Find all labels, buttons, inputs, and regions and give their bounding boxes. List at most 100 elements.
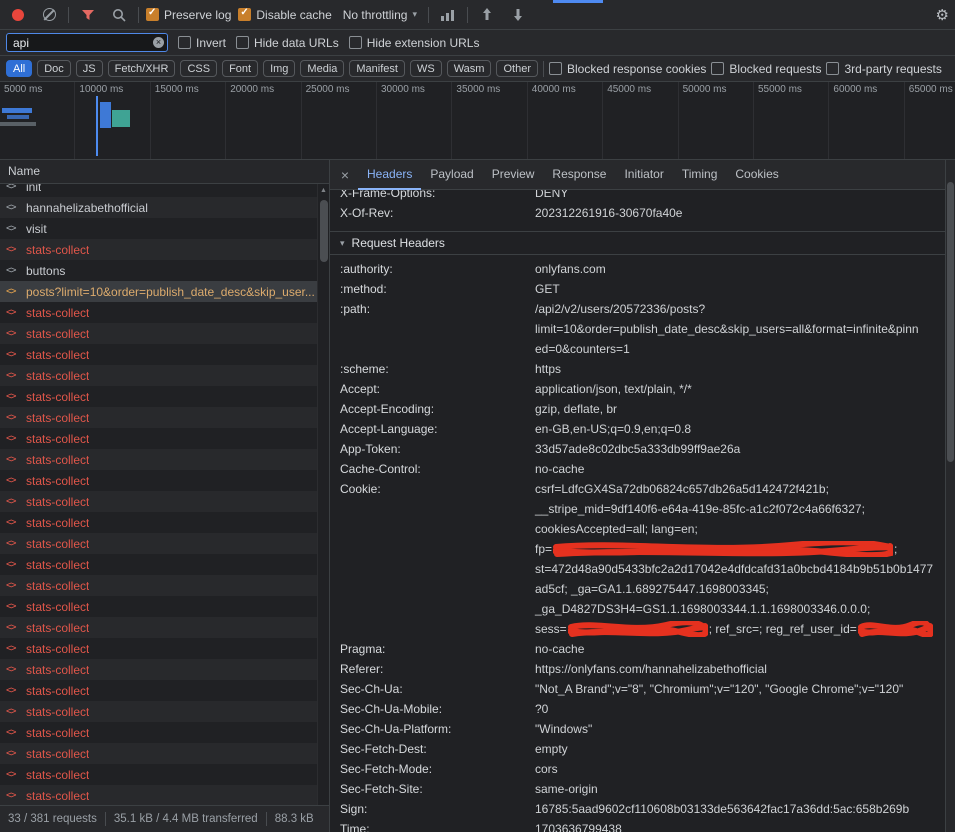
header-value-text: same-origin bbox=[535, 779, 598, 799]
blocked-requests-checkbox[interactable] bbox=[711, 62, 724, 75]
request-row[interactable]: <>stats-collect bbox=[0, 764, 317, 785]
tab-response[interactable]: Response bbox=[543, 160, 615, 190]
type-filter-all[interactable]: All bbox=[6, 60, 32, 77]
request-row[interactable]: <>stats-collect bbox=[0, 344, 317, 365]
hide-data-urls-toggle[interactable]: Hide data URLs bbox=[236, 36, 339, 50]
blocked-requests-toggle[interactable]: Blocked requests bbox=[711, 62, 821, 76]
request-list-scrollbar[interactable]: ▲ bbox=[317, 184, 329, 805]
third-party-requests-label: 3rd-party requests bbox=[844, 62, 941, 76]
header-value-text: onlyfans.com bbox=[535, 259, 606, 279]
disable-cache-checkbox[interactable] bbox=[238, 8, 251, 21]
scrollbar-up-icon[interactable]: ▲ bbox=[318, 184, 329, 194]
name-column-header[interactable]: Name bbox=[0, 160, 329, 184]
type-filter-font[interactable]: Font bbox=[222, 60, 258, 77]
overview-timeline[interactable]: 5000 ms10000 ms15000 ms20000 ms25000 ms3… bbox=[0, 82, 955, 160]
scrollbar-thumb[interactable] bbox=[320, 200, 328, 262]
request-row[interactable]: <>stats-collect bbox=[0, 512, 317, 533]
request-row[interactable]: <>stats-collect bbox=[0, 533, 317, 554]
preserve-log-checkbox[interactable] bbox=[146, 8, 159, 21]
request-row[interactable]: <>hannahelizabethofficial bbox=[0, 197, 317, 218]
request-row[interactable]: <>stats-collect bbox=[0, 722, 317, 743]
request-row[interactable]: <>visit bbox=[0, 218, 317, 239]
search-button[interactable] bbox=[107, 3, 131, 27]
third-party-requests-checkbox[interactable] bbox=[826, 62, 839, 75]
request-row[interactable]: <>stats-collect bbox=[0, 743, 317, 764]
type-filter-wasm[interactable]: Wasm bbox=[447, 60, 492, 77]
tab-payload[interactable]: Payload bbox=[421, 160, 482, 190]
type-filter-other[interactable]: Other bbox=[496, 60, 538, 77]
request-row[interactable]: <>stats-collect bbox=[0, 701, 317, 722]
preserve-log-toggle[interactable]: Preserve log bbox=[146, 8, 231, 22]
header-value-text: __stripe_mid=9df140f6-e64a-419e-85fc-a1c… bbox=[535, 499, 865, 519]
detail-scrollbar[interactable] bbox=[945, 160, 955, 832]
type-filter-img[interactable]: Img bbox=[263, 60, 295, 77]
response-headers-partial: X-Frame-Options:DENYX-Of-Rev:20231226191… bbox=[340, 190, 945, 223]
request-row[interactable]: <>stats-collect bbox=[0, 680, 317, 701]
tab-cookies[interactable]: Cookies bbox=[726, 160, 787, 190]
close-icon[interactable]: × bbox=[334, 167, 356, 183]
type-filter-manifest[interactable]: Manifest bbox=[349, 60, 405, 77]
request-row[interactable]: <>stats-collect bbox=[0, 491, 317, 512]
tab-initiator[interactable]: Initiator bbox=[615, 160, 672, 190]
throttling-dropdown[interactable]: No throttling ▾ bbox=[339, 6, 421, 24]
request-row[interactable]: <>stats-collect bbox=[0, 638, 317, 659]
request-row[interactable]: <>stats-collect bbox=[0, 596, 317, 617]
blocked-response-cookies-checkbox[interactable] bbox=[549, 62, 562, 75]
type-filter-js[interactable]: JS bbox=[76, 60, 103, 77]
settings-gear-icon[interactable]: ⚙ bbox=[936, 6, 949, 24]
invert-checkbox[interactable] bbox=[178, 36, 191, 49]
hide-extension-urls-toggle[interactable]: Hide extension URLs bbox=[349, 36, 480, 50]
request-row[interactable]: <>stats-collect bbox=[0, 365, 317, 386]
request-row[interactable]: <>stats-collect bbox=[0, 617, 317, 638]
request-row[interactable]: <>stats-collect bbox=[0, 386, 317, 407]
disable-cache-toggle[interactable]: Disable cache bbox=[238, 8, 331, 22]
error-file-icon: <> bbox=[6, 601, 20, 612]
request-row[interactable]: <>stats-collect bbox=[0, 407, 317, 428]
header-value: onlyfans.com bbox=[535, 259, 945, 279]
tab-headers[interactable]: Headers bbox=[358, 160, 421, 190]
request-row[interactable]: <>stats-collect bbox=[0, 449, 317, 470]
type-filter-css[interactable]: CSS bbox=[180, 60, 217, 77]
request-row[interactable]: <>stats-collect bbox=[0, 470, 317, 491]
import-har-button[interactable] bbox=[475, 3, 499, 27]
error-file-icon: <> bbox=[6, 433, 20, 444]
header-value-line: application/json, text/plain, */* bbox=[535, 379, 937, 399]
detail-scrollbar-thumb[interactable] bbox=[947, 182, 954, 462]
header-value-line: no-cache bbox=[535, 459, 937, 479]
request-row[interactable]: <>posts?limit=10&order=publish_date_desc… bbox=[0, 281, 317, 302]
record-button[interactable] bbox=[6, 3, 30, 27]
request-row[interactable]: <>stats-collect bbox=[0, 428, 317, 449]
request-row[interactable]: <>stats-collect bbox=[0, 554, 317, 575]
type-filter-media[interactable]: Media bbox=[300, 60, 344, 77]
request-row[interactable]: <>stats-collect bbox=[0, 239, 317, 260]
record-icon bbox=[12, 9, 24, 21]
clear-button[interactable] bbox=[37, 3, 61, 27]
request-row[interactable]: <>stats-collect bbox=[0, 575, 317, 596]
hide-extension-urls-checkbox[interactable] bbox=[349, 36, 362, 49]
filter-input[interactable] bbox=[6, 33, 168, 52]
network-conditions-button[interactable] bbox=[436, 3, 460, 27]
request-headers-section[interactable]: ▾ Request Headers bbox=[330, 231, 945, 255]
toolbar-divider bbox=[428, 7, 429, 23]
header-name: X-Frame-Options: bbox=[340, 190, 535, 203]
third-party-requests-toggle[interactable]: 3rd-party requests bbox=[826, 62, 941, 76]
hide-data-urls-checkbox[interactable] bbox=[236, 36, 249, 49]
header-value: DENY bbox=[535, 190, 945, 203]
type-filter-ws[interactable]: WS bbox=[410, 60, 442, 77]
blocked-response-cookies-toggle[interactable]: Blocked response cookies bbox=[549, 62, 706, 76]
request-row[interactable]: <>buttons bbox=[0, 260, 317, 281]
tab-timing[interactable]: Timing bbox=[673, 160, 727, 190]
invert-toggle[interactable]: Invert bbox=[178, 36, 226, 50]
type-filter-doc[interactable]: Doc bbox=[37, 60, 71, 77]
request-row[interactable]: <>stats-collect bbox=[0, 785, 317, 805]
clear-filter-icon[interactable]: × bbox=[153, 37, 164, 48]
tab-preview[interactable]: Preview bbox=[483, 160, 544, 190]
hide-data-urls-label: Hide data URLs bbox=[254, 36, 339, 50]
type-filter-fetch-xhr[interactable]: Fetch/XHR bbox=[108, 60, 176, 77]
request-row[interactable]: <>stats-collect bbox=[0, 323, 317, 344]
request-row[interactable]: <>stats-collect bbox=[0, 659, 317, 680]
request-row[interactable]: <>init bbox=[0, 184, 317, 197]
request-row[interactable]: <>stats-collect bbox=[0, 302, 317, 323]
export-har-button[interactable] bbox=[506, 3, 530, 27]
filter-toggle-button[interactable] bbox=[76, 3, 100, 27]
